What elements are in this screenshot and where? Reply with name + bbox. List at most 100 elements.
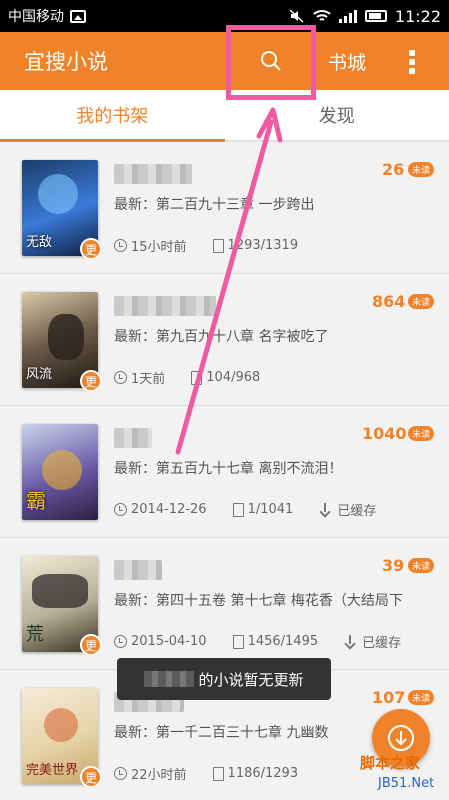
list-item[interactable]: 风流 更 最新：第九百九十八章 名字被吃了 1天前 104/968 864 未读 <box>0 274 449 406</box>
tab-bar: 我的书架 发现 <box>0 90 449 142</box>
updated-time: 2015-04-10 <box>131 634 207 649</box>
status-icons: 11:22 <box>289 7 441 26</box>
progress-group: 1/1041 <box>232 502 294 517</box>
clock-icon <box>114 503 127 516</box>
clock-icon <box>114 239 127 252</box>
more-menu-button[interactable] <box>402 50 422 74</box>
list-item[interactable]: 无敌 更 最新：第二百九十三章 一步跨出 15小时前 1293/1319 26 … <box>0 142 449 274</box>
battery-icon <box>364 10 387 22</box>
updated-group: 15小时前 <box>114 236 187 255</box>
cover-title: 完美世界 <box>26 763 79 778</box>
reading-progress: 1/1041 <box>247 502 294 517</box>
unread-badge: 未读 <box>408 690 434 705</box>
status-bar: 中国移动 11:22 <box>0 0 449 32</box>
book-title-blurred <box>114 428 152 448</box>
book-title-blurred <box>114 296 216 316</box>
latest-chapter: 最新：第五百九十七章 离别不流泪！ <box>114 461 343 477</box>
carrier-name: 中国移动 <box>8 9 64 25</box>
reading-progress: 104/968 <box>206 370 261 385</box>
latest-chapter: 最新：第二百九十三章 一步跨出 <box>114 197 315 213</box>
update-badge: 更 <box>80 634 102 656</box>
book-icon <box>232 502 244 517</box>
clock-time: 11:22 <box>394 6 441 26</box>
update-badge: 更 <box>80 238 102 260</box>
cover-title: 荒 <box>26 624 44 645</box>
more-dot-icon <box>409 50 415 56</box>
reading-progress: 1456/1495 <box>247 634 319 649</box>
watermark-url: JB51.Net <box>378 776 435 791</box>
update-badge: 更 <box>80 370 102 392</box>
unread-count: 107 <box>372 688 406 707</box>
latest-chapter: 最新：第四十五卷 第十七章 梅花香（大结局下 <box>114 593 403 609</box>
cached-status: 已缓存 <box>362 636 402 651</box>
progress-group: 1456/1495 <box>232 634 319 649</box>
clock-icon <box>114 767 127 780</box>
toast-blurred-text <box>144 671 195 687</box>
updated-group: 2014-12-26 <box>114 502 207 517</box>
book-icon <box>212 766 224 781</box>
book-title-blurred <box>114 164 192 184</box>
progress-group: 1293/1319 <box>212 238 299 253</box>
download-icon <box>388 725 414 751</box>
unread-count: 39 <box>382 556 405 575</box>
latest-chapter: 最新：第九百九十八章 名字被吃了 <box>114 329 329 345</box>
unread-count: 26 <box>382 160 405 179</box>
list-item[interactable]: 霸 最新：第五百九十七章 离别不流泪！ 2014-12-26 1/1041 已缓… <box>0 406 449 538</box>
updated-time: 1天前 <box>131 372 166 387</box>
book-list: 无敌 更 最新：第二百九十三章 一步跨出 15小时前 1293/1319 26 … <box>0 142 449 800</box>
wifi-icon <box>313 10 331 21</box>
bookstore-button[interactable]: 书城 <box>328 48 366 75</box>
updated-group: 1天前 <box>114 368 165 387</box>
updated-time: 15小时前 <box>131 240 187 255</box>
unread-badge: 未读 <box>408 426 434 441</box>
carrier-group: 中国移动 <box>8 6 86 26</box>
reading-progress: 1293/1319 <box>227 238 299 253</box>
clock-icon <box>114 635 127 648</box>
cover-title: 霸 <box>26 489 46 513</box>
cached-group: 已缓存 <box>344 632 401 651</box>
unread-badge: 未读 <box>408 294 434 309</box>
download-icon <box>344 634 358 649</box>
update-badge: 更 <box>80 766 102 788</box>
download-icon <box>319 502 333 517</box>
book-meta: 1天前 104/968 <box>114 368 260 387</box>
unread-badge: 未读 <box>408 162 434 177</box>
unread-badge: 未读 <box>408 558 434 573</box>
cover-title: 无敌 <box>26 235 53 250</box>
book-icon <box>191 370 203 385</box>
book-icon <box>232 634 244 649</box>
updated-group: 2015-04-10 <box>114 634 207 649</box>
reading-progress: 1186/1293 <box>227 766 299 781</box>
book-cover: 霸 <box>22 424 98 520</box>
more-dot-icon <box>409 68 415 74</box>
more-dot-icon <box>409 59 415 65</box>
clock-icon <box>114 371 127 384</box>
app-bar: 宜搜小说 书城 <box>0 32 449 90</box>
updated-time: 2014-12-26 <box>131 502 207 517</box>
image-notification-icon <box>70 9 86 23</box>
book-icon <box>212 238 224 253</box>
book-meta: 15小时前 1293/1319 <box>114 236 298 255</box>
signal-icon <box>338 9 357 23</box>
book-meta: 2015-04-10 1456/1495 已缓存 <box>114 632 401 651</box>
book-meta: 2014-12-26 1/1041 已缓存 <box>114 500 376 519</box>
cover-title: 风流 <box>26 367 53 382</box>
mute-icon <box>289 9 304 23</box>
app-title: 宜搜小说 <box>24 50 108 74</box>
toast-text: 的小说暂无更新 <box>198 670 304 689</box>
cached-group: 已缓存 <box>319 500 376 519</box>
cached-status: 已缓存 <box>337 504 377 519</box>
search-highlight-box <box>226 25 316 100</box>
updated-group: 22小时前 <box>114 764 187 783</box>
unread-count: 864 <box>372 292 406 311</box>
list-item[interactable]: 荒 更 最新：第四十五卷 第十七章 梅花香（大结局下 2015-04-10 14… <box>0 538 449 670</box>
unread-count: 1040 <box>362 424 407 443</box>
tab-bookshelf[interactable]: 我的书架 <box>0 90 225 142</box>
watermark: 脚本之家 <box>360 754 421 772</box>
book-title-blurred <box>114 560 162 580</box>
progress-group: 1186/1293 <box>212 766 299 781</box>
toast-message: 的小说暂无更新 <box>117 658 331 700</box>
progress-group: 104/968 <box>191 370 260 385</box>
book-meta: 22小时前 1186/1293 <box>114 764 298 783</box>
updated-time: 22小时前 <box>131 768 187 783</box>
